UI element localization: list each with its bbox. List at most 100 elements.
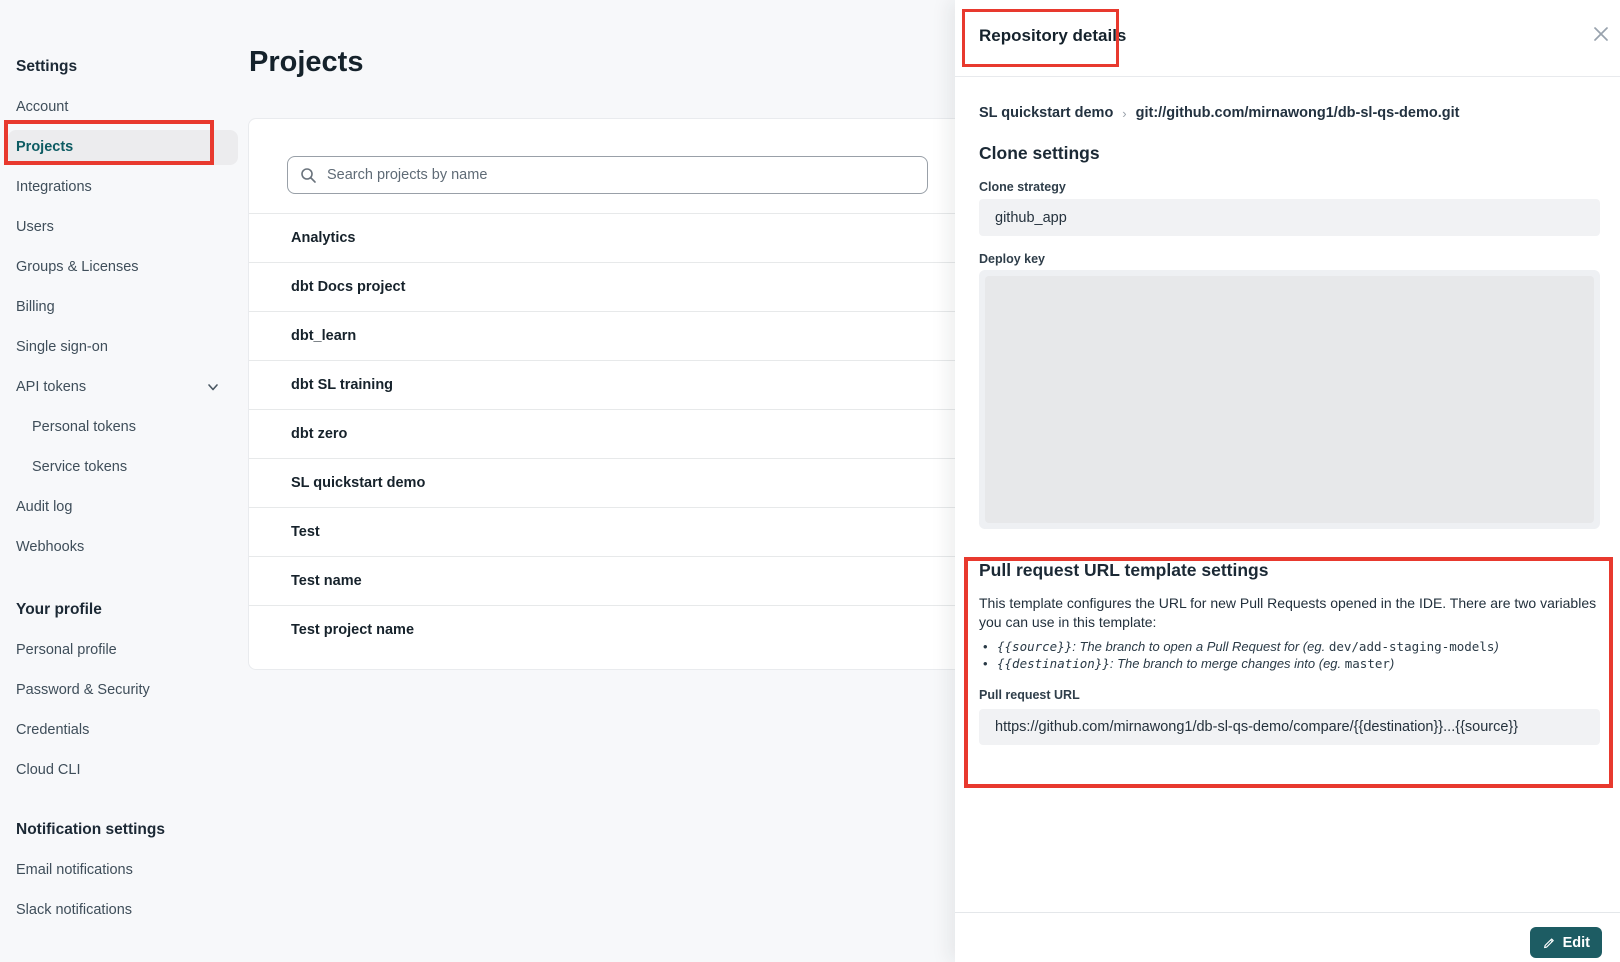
page-title: Projects xyxy=(249,46,363,79)
deploy-key-field xyxy=(979,270,1600,529)
sidebar-item-label: Service tokens xyxy=(32,459,127,475)
sidebar-item-personal-tokens[interactable]: Personal tokens xyxy=(16,407,246,447)
sidebar-heading-label: Your profile xyxy=(16,601,102,619)
project-row-test[interactable]: Test xyxy=(249,507,989,556)
repository-details-panel: Repository details SL quickstart demo › … xyxy=(955,0,1620,962)
project-row-dbt-zero[interactable]: dbt zero xyxy=(249,409,989,458)
project-name: Test project name xyxy=(291,622,414,638)
variable-code: {{destination}} xyxy=(997,656,1110,671)
pull-request-url-value: https://github.com/mirnawong1/db-sl-qs-d… xyxy=(995,719,1518,735)
sidebar-item-label: Cloud CLI xyxy=(16,762,80,778)
sidebar-item-personal-profile[interactable]: Personal profile xyxy=(16,630,246,670)
breadcrumb: SL quickstart demo › git://github.com/mi… xyxy=(979,105,1600,121)
variable-code: {{source}} xyxy=(997,639,1072,654)
sidebar-item-password-security[interactable]: Password & Security xyxy=(16,670,246,710)
sidebar-item-label: Email notifications xyxy=(16,862,133,878)
project-row-dbt-sl-training[interactable]: dbt SL training xyxy=(249,360,989,409)
variable-close-paren: ) xyxy=(1494,639,1498,654)
sidebar-item-label: Billing xyxy=(16,299,55,315)
panel-title: Repository details xyxy=(979,26,1126,46)
sidebar-item-label: Password & Security xyxy=(16,682,150,698)
project-name: Test name xyxy=(291,573,362,589)
sidebar-item-api-tokens[interactable]: API tokens xyxy=(16,367,246,407)
deploy-key-label: Deploy key xyxy=(979,252,1600,266)
breadcrumb-project: SL quickstart demo xyxy=(979,105,1113,121)
sidebar-item-audit-log[interactable]: Audit log xyxy=(16,487,246,527)
sidebar-item-account[interactable]: Account xyxy=(16,87,246,127)
project-row-sl-quickstart-demo[interactable]: SL quickstart demo xyxy=(249,458,989,507)
project-name: SL quickstart demo xyxy=(291,475,425,491)
edit-button-label: Edit xyxy=(1563,935,1590,951)
sidebar-item-single-sign-on[interactable]: Single sign-on xyxy=(16,327,246,367)
variable-example: master xyxy=(1345,656,1390,671)
clone-strategy-value: github_app xyxy=(995,210,1067,226)
project-row-test-name[interactable]: Test name xyxy=(249,556,989,605)
sidebar-heading-settings: Settings xyxy=(16,47,246,87)
sidebar-item-label: Users xyxy=(16,219,54,235)
projects-card: Analytics dbt Docs project dbt_learn dbt… xyxy=(248,118,990,670)
search-icon xyxy=(300,167,317,184)
panel-footer: Edit xyxy=(955,912,1620,962)
sidebar-item-label: Groups & Licenses xyxy=(16,259,139,275)
project-row-dbt-docs-project[interactable]: dbt Docs project xyxy=(249,262,989,311)
sidebar-item-users[interactable]: Users xyxy=(16,207,246,247)
settings-sidebar: Settings Account Projects Integrations U… xyxy=(16,47,246,930)
project-name: dbt_learn xyxy=(291,328,356,344)
sidebar-item-label: Single sign-on xyxy=(16,339,108,355)
sidebar-item-projects[interactable]: Projects xyxy=(16,127,246,167)
sidebar-item-groups-licenses[interactable]: Groups & Licenses xyxy=(16,247,246,287)
pr-variable-source: {{source}}: The branch to open a Pull Re… xyxy=(979,638,1600,655)
sidebar-item-cloud-cli[interactable]: Cloud CLI xyxy=(16,750,246,790)
pr-variable-destination: {{destination}}: The branch to merge cha… xyxy=(979,655,1600,672)
sidebar-item-label: Integrations xyxy=(16,179,92,195)
sidebar-item-service-tokens[interactable]: Service tokens xyxy=(16,447,246,487)
pencil-icon xyxy=(1542,936,1556,950)
project-row-analytics[interactable]: Analytics xyxy=(249,213,989,262)
variable-description: : The branch to open a Pull Request for … xyxy=(1072,639,1329,654)
project-row-dbt-learn[interactable]: dbt_learn xyxy=(249,311,989,360)
sidebar-item-credentials[interactable]: Credentials xyxy=(16,710,246,750)
clone-settings-heading: Clone settings xyxy=(979,143,1600,164)
project-name: Test xyxy=(291,524,320,540)
sidebar-item-label: Audit log xyxy=(16,499,72,515)
chevron-down-icon[interactable] xyxy=(206,380,220,394)
sidebar-item-integrations[interactable]: Integrations xyxy=(16,167,246,207)
project-name: dbt zero xyxy=(291,426,347,442)
panel-header: Repository details xyxy=(955,0,1620,77)
sidebar-item-label: Slack notifications xyxy=(16,902,132,918)
close-icon[interactable] xyxy=(1591,24,1611,44)
pr-template-heading: Pull request URL template settings xyxy=(979,560,1600,581)
pull-request-url-field: https://github.com/mirnawong1/db-sl-qs-d… xyxy=(979,709,1600,745)
project-search[interactable] xyxy=(287,156,928,194)
sidebar-item-billing[interactable]: Billing xyxy=(16,287,246,327)
sidebar-item-label: API tokens xyxy=(16,379,86,395)
project-name: dbt SL training xyxy=(291,377,393,393)
sidebar-item-email-notifications[interactable]: Email notifications xyxy=(16,850,246,890)
sidebar-heading-label: Notification settings xyxy=(16,821,165,839)
breadcrumb-repo-url: git://github.com/mirnawong1/db-sl-qs-dem… xyxy=(1136,105,1460,121)
edit-button[interactable]: Edit xyxy=(1530,927,1602,958)
sidebar-item-label: Projects xyxy=(16,139,73,155)
project-name: dbt Docs project xyxy=(291,279,405,295)
clone-strategy-label: Clone strategy xyxy=(979,180,1600,194)
pull-request-url-label: Pull request URL xyxy=(979,688,1600,702)
sidebar-item-label: Personal tokens xyxy=(32,419,136,435)
sidebar-item-webhooks[interactable]: Webhooks xyxy=(16,527,246,567)
project-name: Analytics xyxy=(291,230,355,246)
sidebar-item-label: Personal profile xyxy=(16,642,117,658)
search-input[interactable] xyxy=(327,167,915,183)
sidebar-heading-notification-settings: Notification settings xyxy=(16,810,246,850)
clone-strategy-field: github_app xyxy=(979,199,1600,236)
project-list: Analytics dbt Docs project dbt_learn dbt… xyxy=(249,213,989,654)
panel-body: SL quickstart demo › git://github.com/mi… xyxy=(979,77,1600,745)
deploy-key-redacted-area xyxy=(985,276,1594,523)
pr-template-description: This template configures the URL for new… xyxy=(979,594,1599,632)
sidebar-heading-your-profile: Your profile xyxy=(16,590,246,630)
variable-example: dev/add-staging-models xyxy=(1329,639,1495,654)
project-row-test-project-name[interactable]: Test project name xyxy=(249,605,989,654)
sidebar-item-slack-notifications[interactable]: Slack notifications xyxy=(16,890,246,930)
variable-description: : The branch to merge changes into (eg. xyxy=(1110,656,1345,671)
sidebar-heading-label: Settings xyxy=(16,58,77,76)
breadcrumb-separator-icon: › xyxy=(1113,106,1135,121)
pr-template-variables-list: {{source}}: The branch to open a Pull Re… xyxy=(979,638,1600,672)
